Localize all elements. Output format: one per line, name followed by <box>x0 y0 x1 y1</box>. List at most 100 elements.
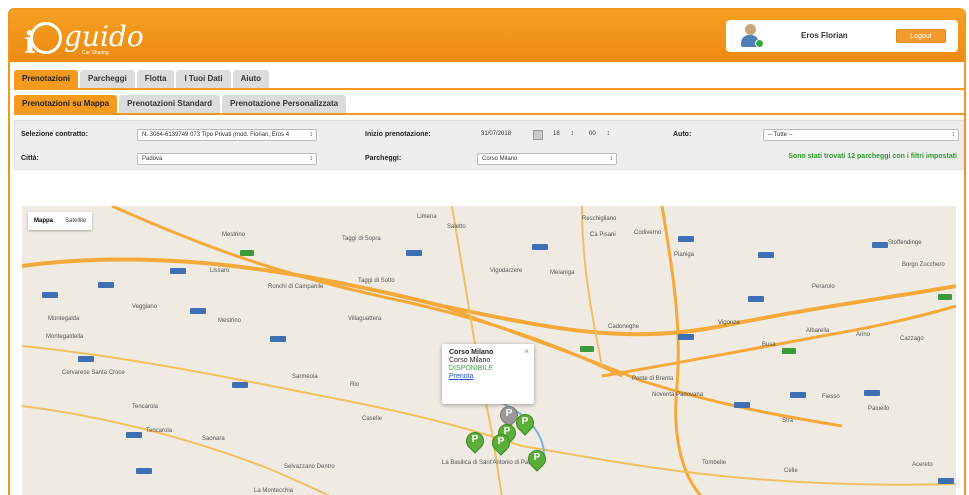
chevron-down-icon: ↕ <box>606 130 611 137</box>
road-shield <box>872 242 888 248</box>
contract-label: Selezione contratto: <box>21 131 88 138</box>
map-place: Taggì di Sotto <box>358 278 395 284</box>
road-shield <box>532 244 548 250</box>
map-place: Celle <box>784 468 798 474</box>
minute-select[interactable]: 00 ↕ <box>585 129 613 141</box>
map-place: Montegaldella <box>46 334 84 340</box>
chevron-down-icon: ↕ <box>570 130 575 137</box>
road-shield <box>678 236 694 242</box>
start-label: Inizio prenotazione: <box>365 131 431 138</box>
map-place: Saonara <box>202 436 225 442</box>
map-place: Stra <box>782 418 794 424</box>
road-shield <box>126 432 142 438</box>
app-frame: i guido Car Sharing Eros Florian Logout … <box>8 8 966 495</box>
user-box: Eros Florian Logout <box>726 20 958 52</box>
road-shield <box>406 250 422 256</box>
highway-shield <box>938 294 952 300</box>
subtab-divider <box>14 113 964 115</box>
city-select[interactable]: Padova ↕ <box>137 153 317 165</box>
map-place: Veggiano <box>132 304 158 310</box>
auto-select[interactable]: -- Tutte -- ↕ <box>763 129 959 141</box>
road-shield <box>864 390 880 396</box>
road-shield <box>748 296 764 302</box>
map-place: Stoffendinge <box>888 240 922 246</box>
city-label: Città: <box>21 155 39 162</box>
map-place: Mestrino <box>218 318 242 324</box>
auto-label: Auto: <box>673 131 692 138</box>
map-place: Ronchi di Campanile <box>268 284 324 290</box>
map-place: Noventa Padovana <box>652 392 704 398</box>
tab-prenotazioni[interactable]: Prenotazioni <box>14 70 79 88</box>
highway-shield <box>782 348 796 354</box>
map-place: Perarolo <box>812 284 835 290</box>
tab-flotta[interactable]: Flotta <box>136 70 175 88</box>
sub-tabs: Prenotazioni su Mappa Prenotazioni Stand… <box>14 95 347 113</box>
parking-marker[interactable]: P <box>512 410 538 438</box>
tab-prenotazione-personalizzata[interactable]: Prenotazione Personalizzata <box>222 95 347 113</box>
map-place: Ponte di Brenta <box>632 376 674 382</box>
filter-panel: Selezione contratto: N. 3064-6139749 073… <box>14 120 964 170</box>
map-place: Acereto <box>912 462 933 468</box>
tab-divider <box>14 88 964 90</box>
map-place: La Basilica di Sant'Antonio di Padova <box>442 460 542 466</box>
info-address: Corso Milano <box>449 357 491 364</box>
map-view[interactable]: Mappa Satellite Limena Saletto Reschigli… <box>22 206 956 495</box>
map-place: Fiesso <box>822 394 840 400</box>
calendar-icon[interactable] <box>533 130 543 140</box>
map-place: Reschigliano <box>582 216 617 222</box>
hour-value: 18 <box>553 131 560 137</box>
highway-shield <box>580 346 594 352</box>
contract-select[interactable]: N. 3064-6139749 073 Tipo Privati (mod. F… <box>137 129 317 141</box>
book-link[interactable]: Prenota <box>449 373 527 380</box>
map-place: Tencarola <box>132 404 159 410</box>
map-place: Pianiga <box>674 252 695 258</box>
info-title: Corso Milano <box>449 349 494 356</box>
tab-tuoi-dati[interactable]: I Tuoi Dati <box>176 70 231 88</box>
road-shield <box>758 252 774 258</box>
results-message: Sono stati trovati 12 parcheggi con i fi… <box>788 153 957 160</box>
map-place: Vigodarzere <box>490 268 523 274</box>
map-place: Rio <box>350 382 360 388</box>
tab-prenotazioni-mappa[interactable]: Prenotazioni su Mappa <box>14 95 118 113</box>
map-place: Vigonza <box>718 320 740 326</box>
tab-parcheggi[interactable]: Parcheggi <box>80 70 135 88</box>
map-place: Caselle <box>362 416 383 422</box>
road-shield <box>190 308 206 314</box>
road-shield <box>734 402 750 408</box>
date-value: 31/07/2018 <box>481 131 512 137</box>
info-status: DISPONIBILE <box>449 365 493 372</box>
map-place: Arino <box>856 332 871 338</box>
parking-value: Corso Milano <box>482 156 518 162</box>
parking-select[interactable]: Corso Milano ↕ <box>477 153 617 165</box>
main-tabs: Prenotazioni Parcheggi Flotta I Tuoi Dat… <box>14 70 269 88</box>
tab-prenotazioni-standard[interactable]: Prenotazioni Standard <box>119 95 221 113</box>
parking-marker[interactable]: P <box>462 428 488 456</box>
logout-button[interactable]: Logout <box>896 29 946 43</box>
logo-tagline: Car Sharing <box>82 50 109 56</box>
hour-select[interactable]: 18 ↕ <box>549 129 577 141</box>
map-place: Borgo Zucchero <box>902 262 945 268</box>
city-value: Padova <box>142 156 163 162</box>
parking-label: Parcheggi: <box>365 155 402 162</box>
parking-marker[interactable]: P <box>488 430 514 458</box>
close-icon[interactable]: × <box>524 347 529 356</box>
iguido-logo[interactable]: i guido Car Sharing <box>22 16 144 61</box>
map-place: Cà Pisani <box>590 232 616 238</box>
map-type-control: Mappa Satellite <box>28 212 93 230</box>
parking-marker[interactable]: P <box>524 446 550 474</box>
chevron-down-icon: ↕ <box>309 155 314 162</box>
map-place: Lissaro <box>210 268 230 274</box>
map-place: Saletto <box>447 224 466 230</box>
map-type-map[interactable]: Mappa <box>28 212 59 230</box>
map-place: Meianiga <box>550 270 575 276</box>
top-bar: i guido Car Sharing Eros Florian Logout <box>10 10 964 62</box>
tab-aiuto[interactable]: Aiuto <box>232 70 269 88</box>
map-place: Selvazzano Dentro <box>284 464 335 470</box>
date-input[interactable]: 31/07/2018 <box>477 129 531 141</box>
map-place: Cadoneghe <box>608 324 640 330</box>
map-place: Albarella <box>806 328 830 334</box>
map-type-satellite[interactable]: Satellite <box>59 212 92 230</box>
highway-shield <box>240 250 254 256</box>
parking-info-window: × Corso Milano Corso Milano DISPONIBILE … <box>442 344 534 404</box>
map-place: Cazzago <box>900 336 924 342</box>
